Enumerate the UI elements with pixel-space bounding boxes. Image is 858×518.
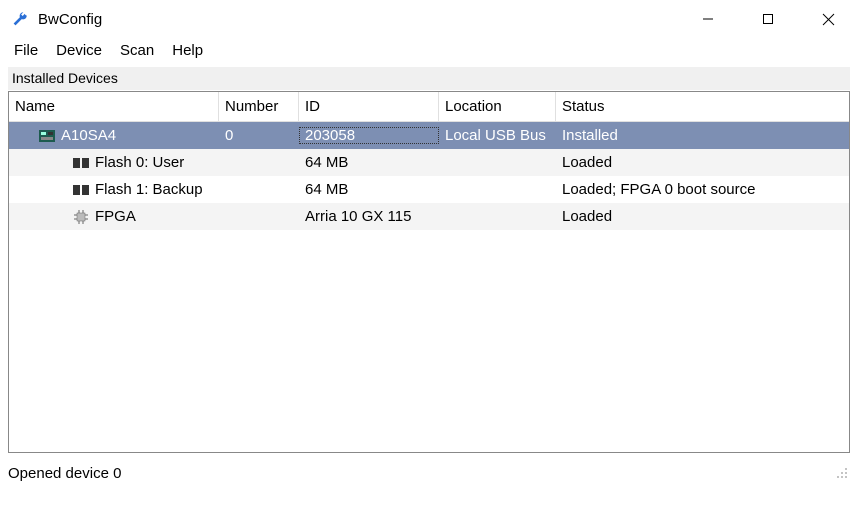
statusbar-text: Opened device 0 bbox=[8, 465, 121, 482]
board-icon bbox=[39, 129, 55, 143]
table-row[interactable]: A10SA4 0203058Local USB BusInstalled bbox=[9, 122, 849, 149]
wrench-icon bbox=[10, 9, 30, 29]
column-header-name[interactable]: Name bbox=[9, 92, 219, 121]
minimize-button[interactable] bbox=[678, 0, 738, 38]
titlebar: BwConfig bbox=[0, 0, 858, 38]
table-row[interactable]: Flash 1: Backup 64 MB Loaded; FPGA 0 boot … bbox=[9, 176, 849, 203]
menubar: File Device Scan Help bbox=[0, 38, 858, 67]
table-body: A10SA4 0203058Local USB BusInstalled Flash… bbox=[9, 122, 849, 452]
table-header: Name Number ID Location Status bbox=[9, 92, 849, 122]
menu-scan[interactable]: Scan bbox=[112, 40, 162, 61]
resize-grip-icon[interactable] bbox=[834, 465, 850, 481]
cell-id: 203058 bbox=[299, 127, 439, 144]
cell-number: 0 bbox=[219, 127, 299, 144]
window-controls bbox=[678, 0, 858, 38]
cell-id: 64 MB bbox=[299, 181, 439, 198]
flash-icon bbox=[73, 156, 89, 170]
column-header-status[interactable]: Status bbox=[556, 92, 849, 121]
app-title: BwConfig bbox=[38, 11, 102, 28]
chip-icon bbox=[73, 210, 89, 224]
cell-name: Flash 0: User bbox=[9, 154, 219, 171]
maximize-button[interactable] bbox=[738, 0, 798, 38]
column-header-id[interactable]: ID bbox=[299, 92, 439, 121]
cell-id: Arria 10 GX 115 bbox=[299, 208, 439, 225]
cell-location: Local USB Bus bbox=[439, 127, 556, 144]
flash-icon bbox=[73, 183, 89, 197]
menu-device[interactable]: Device bbox=[48, 40, 110, 61]
cell-id: 64 MB bbox=[299, 154, 439, 171]
cell-status: Installed bbox=[556, 127, 849, 144]
row-name-label: Flash 0: User bbox=[95, 154, 184, 171]
cell-status: Loaded; FPGA 0 boot source bbox=[556, 181, 849, 198]
cell-name: A10SA4 bbox=[9, 127, 219, 144]
cell-name: FPGA bbox=[9, 208, 219, 225]
menu-file[interactable]: File bbox=[6, 40, 46, 61]
column-header-location[interactable]: Location bbox=[439, 92, 556, 121]
group-label: Installed Devices bbox=[8, 67, 850, 91]
row-name-label: Flash 1: Backup bbox=[95, 181, 203, 198]
device-table: Name Number ID Location Status A10SA4 020… bbox=[8, 91, 850, 453]
statusbar: Opened device 0 bbox=[0, 457, 858, 485]
table-row[interactable]: Flash 0: User 64 MB Loaded bbox=[9, 149, 849, 176]
row-name-label: A10SA4 bbox=[61, 127, 116, 144]
cell-status: Loaded bbox=[556, 154, 849, 171]
cell-status: Loaded bbox=[556, 208, 849, 225]
row-name-label: FPGA bbox=[95, 208, 136, 225]
menu-help[interactable]: Help bbox=[164, 40, 211, 61]
close-button[interactable] bbox=[798, 0, 858, 38]
column-header-number[interactable]: Number bbox=[219, 92, 299, 121]
table-row[interactable]: FPGA Arria 10 GX 115 Loaded bbox=[9, 203, 849, 230]
cell-name: Flash 1: Backup bbox=[9, 181, 219, 198]
